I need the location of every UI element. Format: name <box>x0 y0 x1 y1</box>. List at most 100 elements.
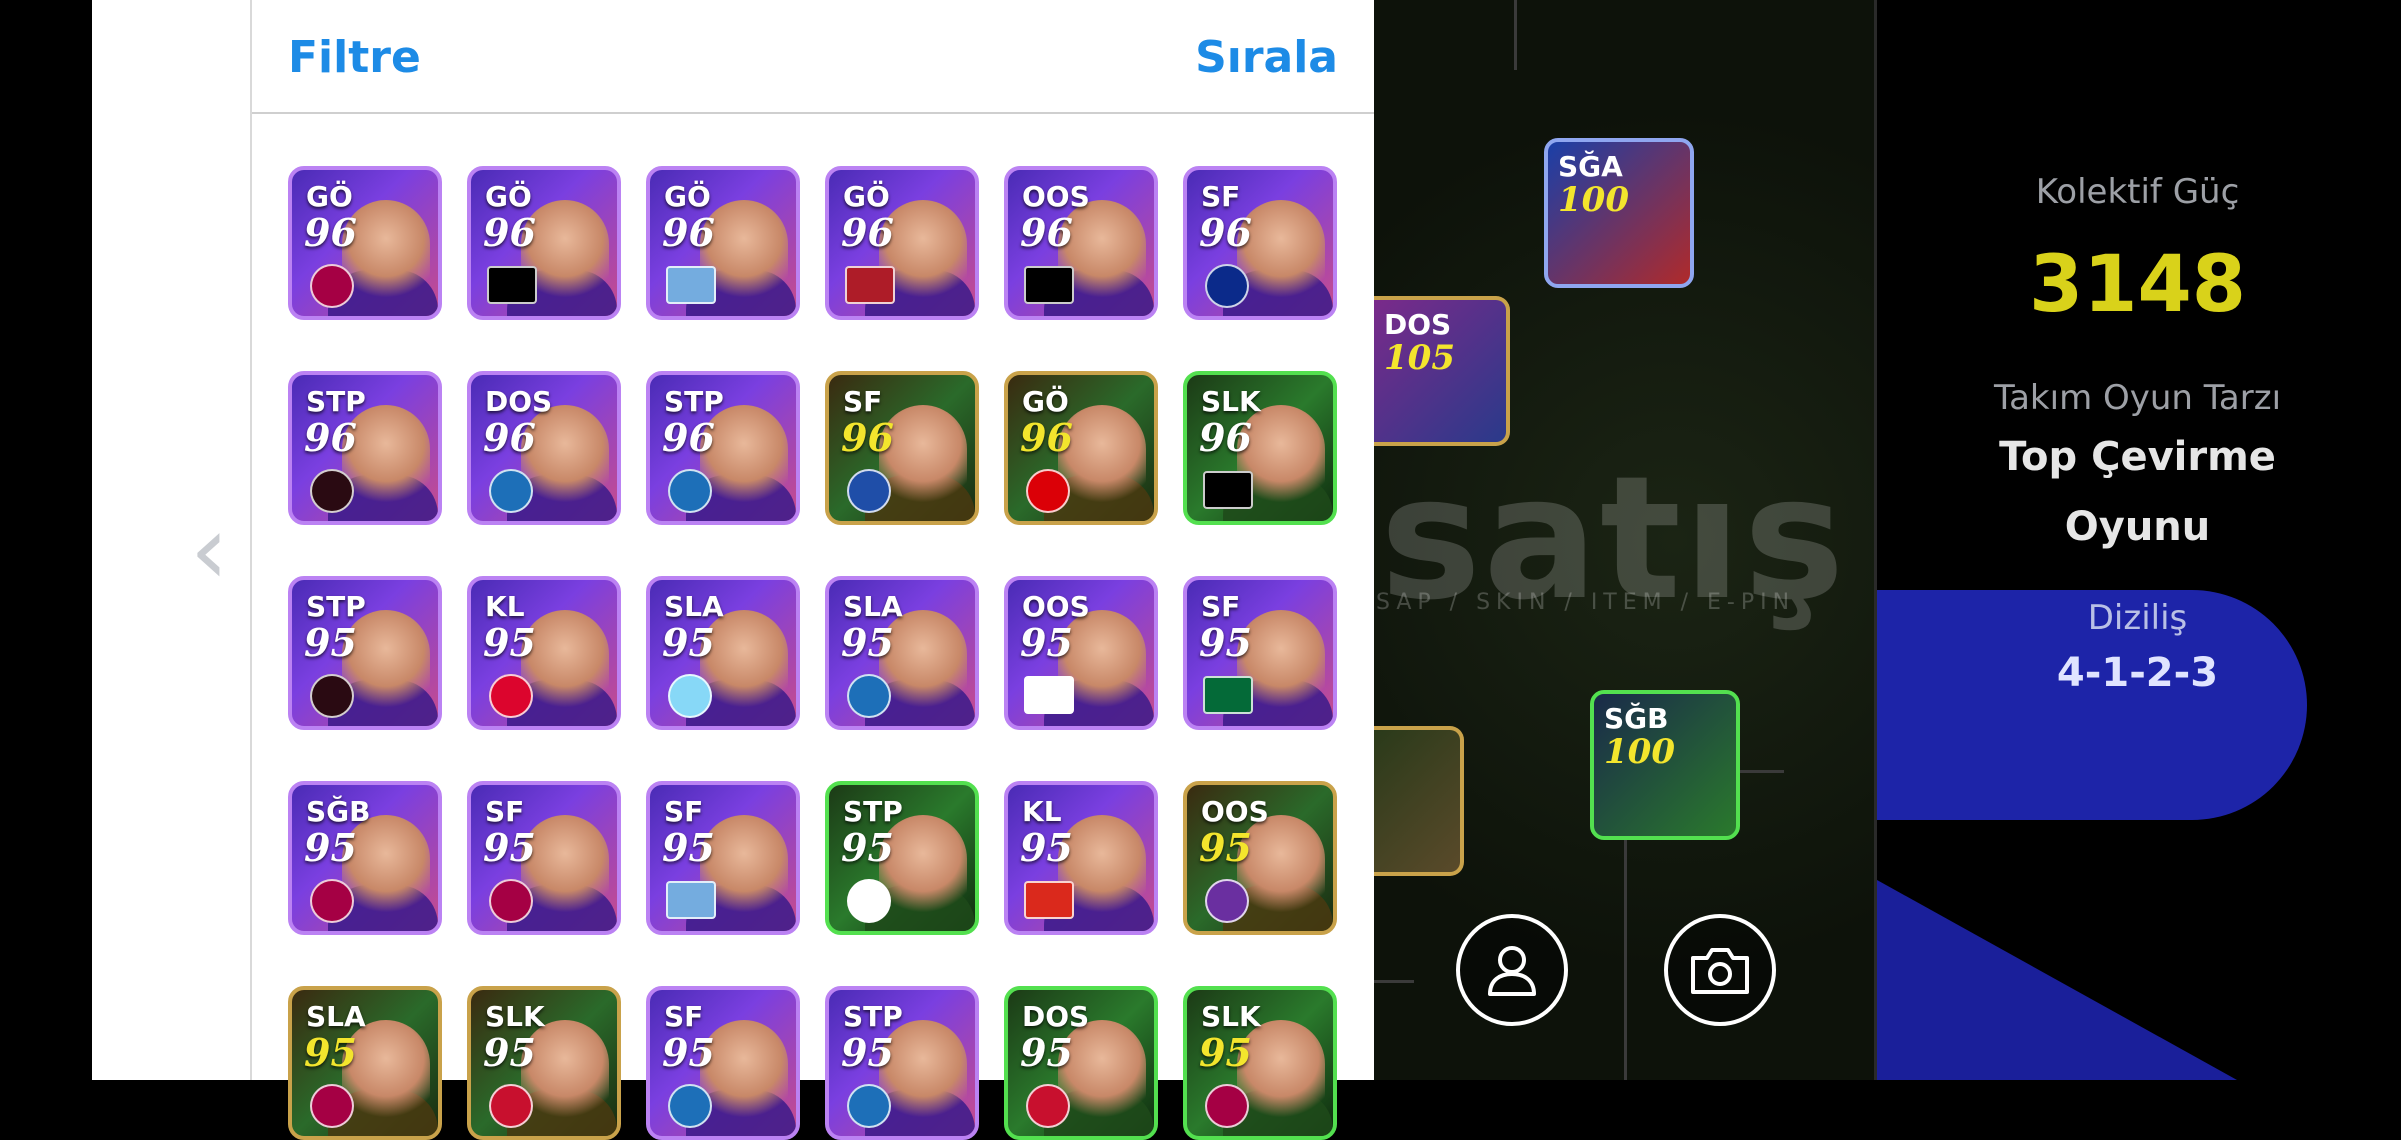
field-player-card[interactable]: SĞA 100 <box>1544 138 1694 288</box>
player-rating: 96 <box>841 210 894 255</box>
watermark-tagline: SAP / SKIN / ITEM / E-PIN com <box>1376 590 1945 615</box>
player-card[interactable]: GÖ 96 <box>825 166 979 320</box>
player-rating: 96 <box>304 210 357 255</box>
club-badge-icon <box>489 879 533 923</box>
nation-flag-icon <box>666 266 716 304</box>
player-card[interactable]: SLK 96 <box>1183 371 1337 525</box>
player-card[interactable]: STP 95 <box>288 576 442 730</box>
camera-button[interactable] <box>1664 914 1776 1026</box>
player-position: OOS <box>1022 180 1090 213</box>
player-card[interactable]: GÖ 96 <box>646 166 800 320</box>
field-card-rating: 100 <box>1558 180 1629 220</box>
player-position: GÖ <box>664 180 711 213</box>
player-position: STP <box>664 385 724 418</box>
player-card[interactable]: GÖ 96 <box>467 166 621 320</box>
player-position: GÖ <box>843 180 890 213</box>
club-badge-icon <box>668 674 712 718</box>
player-card[interactable]: GÖ 96 <box>288 166 442 320</box>
club-badge-icon <box>310 879 354 923</box>
player-rating: 95 <box>304 1030 357 1075</box>
club-badge-icon <box>847 1084 891 1128</box>
player-card[interactable]: OOS 95 <box>1004 576 1158 730</box>
club-badge-icon <box>310 264 354 308</box>
player-card[interactable]: SF 95 <box>467 781 621 935</box>
field-card-position: DOS <box>1384 308 1452 341</box>
player-position: GÖ <box>485 180 532 213</box>
player-card[interactable]: SLA 95 <box>646 576 800 730</box>
player-card[interactable]: DOS 96 <box>467 371 621 525</box>
nation-flag-icon <box>1203 676 1253 714</box>
player-card[interactable]: STP 96 <box>646 371 800 525</box>
profile-button[interactable] <box>1456 914 1568 1026</box>
player-card[interactable]: SĞB 95 <box>288 781 442 935</box>
player-card[interactable]: STP 96 <box>288 371 442 525</box>
player-position: SF <box>1201 180 1241 213</box>
player-card[interactable]: SLA 95 <box>825 576 979 730</box>
player-position: SLA <box>306 1000 366 1033</box>
decorative-blue-triangle <box>1877 880 2237 1080</box>
player-position: STP <box>306 590 366 623</box>
player-rating: 96 <box>483 210 536 255</box>
nation-flag-icon <box>1024 881 1074 919</box>
player-card[interactable]: GÖ 96 <box>1004 371 1158 525</box>
player-position: KL <box>485 590 525 623</box>
player-card[interactable]: KL 95 <box>467 576 621 730</box>
player-rating: 96 <box>1199 415 1252 460</box>
player-position: SLK <box>1201 385 1261 418</box>
club-badge-icon <box>1205 264 1249 308</box>
player-rating: 95 <box>1199 825 1252 870</box>
player-rating: 96 <box>304 415 357 460</box>
club-badge-icon <box>847 469 891 513</box>
player-position: SĞB <box>306 795 371 828</box>
player-list-panel: Filtre Sırala GÖ 96 GÖ 96 GÖ 96 GÖ 96 OOS 96 SF 96 S… <box>250 0 1374 1140</box>
player-card[interactable]: STP 95 <box>825 986 979 1140</box>
chevron-left-icon[interactable]: ‹ <box>190 500 240 600</box>
play-style-label: Takım Oyun Tarzı <box>1993 378 2282 418</box>
panel-header: Filtre Sırala <box>252 0 1374 114</box>
player-card[interactable]: SF 95 <box>1183 576 1337 730</box>
club-badge-icon <box>668 1084 712 1128</box>
field-player-card[interactable]: DOS 105 <box>1374 296 1510 446</box>
player-rating: 96 <box>841 415 894 460</box>
player-rating: 95 <box>1020 620 1073 665</box>
player-card[interactable]: OOS 95 <box>1183 781 1337 935</box>
club-badge-icon <box>1026 469 1070 513</box>
club-badge-icon <box>668 469 712 513</box>
player-card[interactable]: SLA 95 <box>288 986 442 1140</box>
player-card[interactable]: SLK 95 <box>467 986 621 1140</box>
sort-button[interactable]: Sırala <box>1195 32 1338 83</box>
club-badge-icon <box>847 674 891 718</box>
player-card[interactable]: SLK 95 <box>1183 986 1337 1140</box>
player-position: SF <box>664 1000 704 1033</box>
person-icon <box>1488 946 1536 996</box>
player-rating: 96 <box>483 415 536 460</box>
formation-value: 4-1-2-3 <box>2056 650 2219 696</box>
filter-button[interactable]: Filtre <box>288 32 421 83</box>
player-rating: 95 <box>304 620 357 665</box>
player-position: SF <box>485 795 525 828</box>
player-position: STP <box>306 385 366 418</box>
player-card[interactable]: STP 95 <box>825 781 979 935</box>
player-position: STP <box>843 1000 903 1033</box>
club-badge-icon <box>489 1084 533 1128</box>
player-position: SLA <box>664 590 724 623</box>
player-card[interactable]: DOS 95 <box>1004 986 1158 1140</box>
player-card[interactable]: SF 96 <box>1183 166 1337 320</box>
player-card[interactable]: KL 95 <box>1004 781 1158 935</box>
field-player-card[interactable]: SĞB 100 <box>1590 690 1740 840</box>
player-card[interactable]: SF 95 <box>646 986 800 1140</box>
player-card[interactable]: SF 96 <box>825 371 979 525</box>
player-rating: 96 <box>1020 415 1073 460</box>
club-badge-icon <box>1026 1084 1070 1128</box>
player-card[interactable]: OOS 96 <box>1004 166 1158 320</box>
player-rating: 95 <box>1020 825 1073 870</box>
player-position: OOS <box>1201 795 1269 828</box>
play-style-value-line2: Oyunu <box>2064 504 2211 550</box>
field-card-rating: 105 <box>1384 338 1455 378</box>
player-position: KL <box>1022 795 1062 828</box>
player-position: DOS <box>485 385 553 418</box>
field-player-card <box>1374 726 1464 876</box>
player-position: SF <box>1201 590 1241 623</box>
player-card[interactable]: SF 95 <box>646 781 800 935</box>
field-card-position: SĞA <box>1558 150 1623 183</box>
